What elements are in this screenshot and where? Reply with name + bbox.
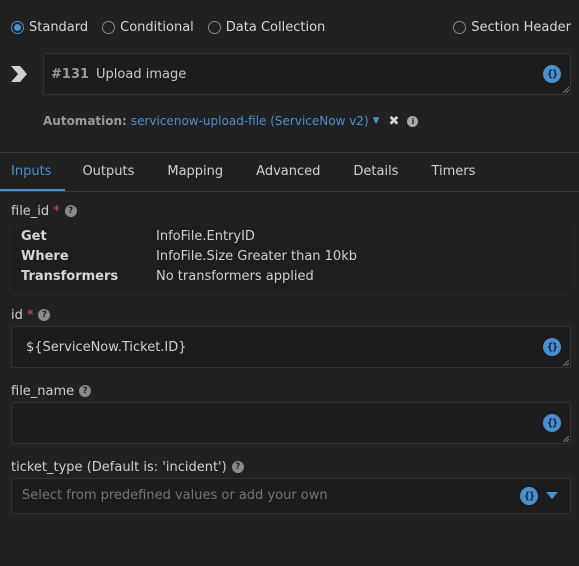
id-label: id	[11, 307, 23, 323]
tab-inputs[interactable]: Inputs	[0, 153, 66, 191]
source-value: InfoFile.EntryID	[156, 229, 255, 244]
tab-mapping[interactable]: Mapping	[156, 153, 239, 191]
radio-section-header[interactable]: Section Header	[453, 20, 571, 35]
radio-standard-label: Standard	[29, 19, 89, 35]
ticket-type-select[interactable]: Select from predefined values or add you…	[11, 478, 571, 514]
code-icon[interactable]: {}	[543, 414, 561, 432]
radio-conditional-dot[interactable]	[102, 20, 116, 34]
caret-down-icon[interactable]: ▼	[373, 116, 380, 126]
tab-advanced[interactable]: Advanced	[245, 153, 336, 191]
radio-conditional[interactable]: Conditional	[102, 20, 194, 35]
source-value: InfoFile.Size Greater than 10kb	[156, 249, 357, 264]
code-icon[interactable]: {}	[520, 487, 538, 505]
clear-icon[interactable]: ✖	[389, 114, 400, 129]
radio-data-collection-dot[interactable]	[207, 20, 221, 34]
tab-details[interactable]: Details	[342, 153, 414, 191]
task-number: #131	[51, 66, 90, 82]
tab-bar: Inputs Outputs Mapping Advanced Details …	[0, 153, 579, 192]
source-value: No transformers applied	[156, 269, 314, 284]
id-label-row: id * ?	[11, 307, 51, 323]
tab-outputs[interactable]: Outputs	[71, 153, 150, 191]
source-key: Where	[21, 249, 69, 264]
tab-timers[interactable]: Timers	[420, 153, 491, 191]
file-name-label-row: file_name ?	[11, 383, 92, 399]
source-key: Transformers	[21, 269, 119, 284]
radio-section-header-label: Section Header	[471, 19, 571, 35]
file-id-label: file_id	[11, 203, 50, 219]
task-name-field[interactable]: #131 Upload image {}	[43, 53, 571, 95]
info-icon[interactable]: i	[407, 115, 419, 127]
automation-label: Automation:	[43, 114, 127, 128]
required-marker: *	[26, 307, 34, 323]
id-input[interactable]: ${ServiceNow.Ticket.ID} {}	[11, 326, 571, 368]
ticket-type-placeholder: Select from predefined values or add you…	[22, 488, 328, 503]
code-icon[interactable]: {}	[543, 65, 561, 83]
help-icon[interactable]: ?	[64, 205, 77, 217]
automation-link[interactable]: servicenow-upload-file (ServiceNow v2)	[131, 114, 369, 128]
code-icon[interactable]: {}	[543, 338, 561, 356]
resize-handle-icon[interactable]	[562, 435, 569, 442]
id-input-value: ${ServiceNow.Ticket.ID}	[26, 340, 187, 355]
resize-handle-icon[interactable]	[562, 86, 569, 93]
help-icon[interactable]: ?	[231, 461, 244, 473]
automation-row: Automation: servicenow-upload-file (Serv…	[43, 113, 419, 129]
radio-standard[interactable]: Standard	[11, 20, 88, 35]
chevron-down-icon[interactable]	[546, 492, 558, 499]
task-name: Upload image	[96, 66, 187, 82]
resize-handle-icon[interactable]	[562, 359, 569, 366]
chevron-right-icon[interactable]	[10, 64, 28, 84]
required-marker: *	[53, 203, 60, 219]
radio-section-header-dot[interactable]	[453, 20, 467, 34]
help-icon[interactable]: ?	[38, 309, 51, 321]
file-id-label-row: file_id * ?	[11, 203, 77, 219]
source-key: Get	[21, 229, 47, 244]
file-id-source-block[interactable]: Get InfoFile.EntryID Where InfoFile.Size…	[11, 226, 571, 292]
radio-conditional-label: Conditional	[120, 19, 194, 35]
radio-standard-dot[interactable]	[11, 20, 24, 34]
ticket-type-label: ticket_type (Default is: 'incident')	[11, 459, 227, 475]
radio-data-collection-label: Data Collection	[225, 19, 326, 35]
help-icon[interactable]: ?	[79, 385, 92, 397]
step-type-selector: Standard Conditional Data Collection Sec…	[11, 17, 571, 37]
radio-data-collection[interactable]: Data Collection	[207, 19, 326, 35]
file-name-label: file_name	[11, 383, 75, 399]
ticket-type-label-row: ticket_type (Default is: 'incident') ?	[11, 459, 244, 475]
file-name-input[interactable]: {}	[11, 402, 571, 444]
